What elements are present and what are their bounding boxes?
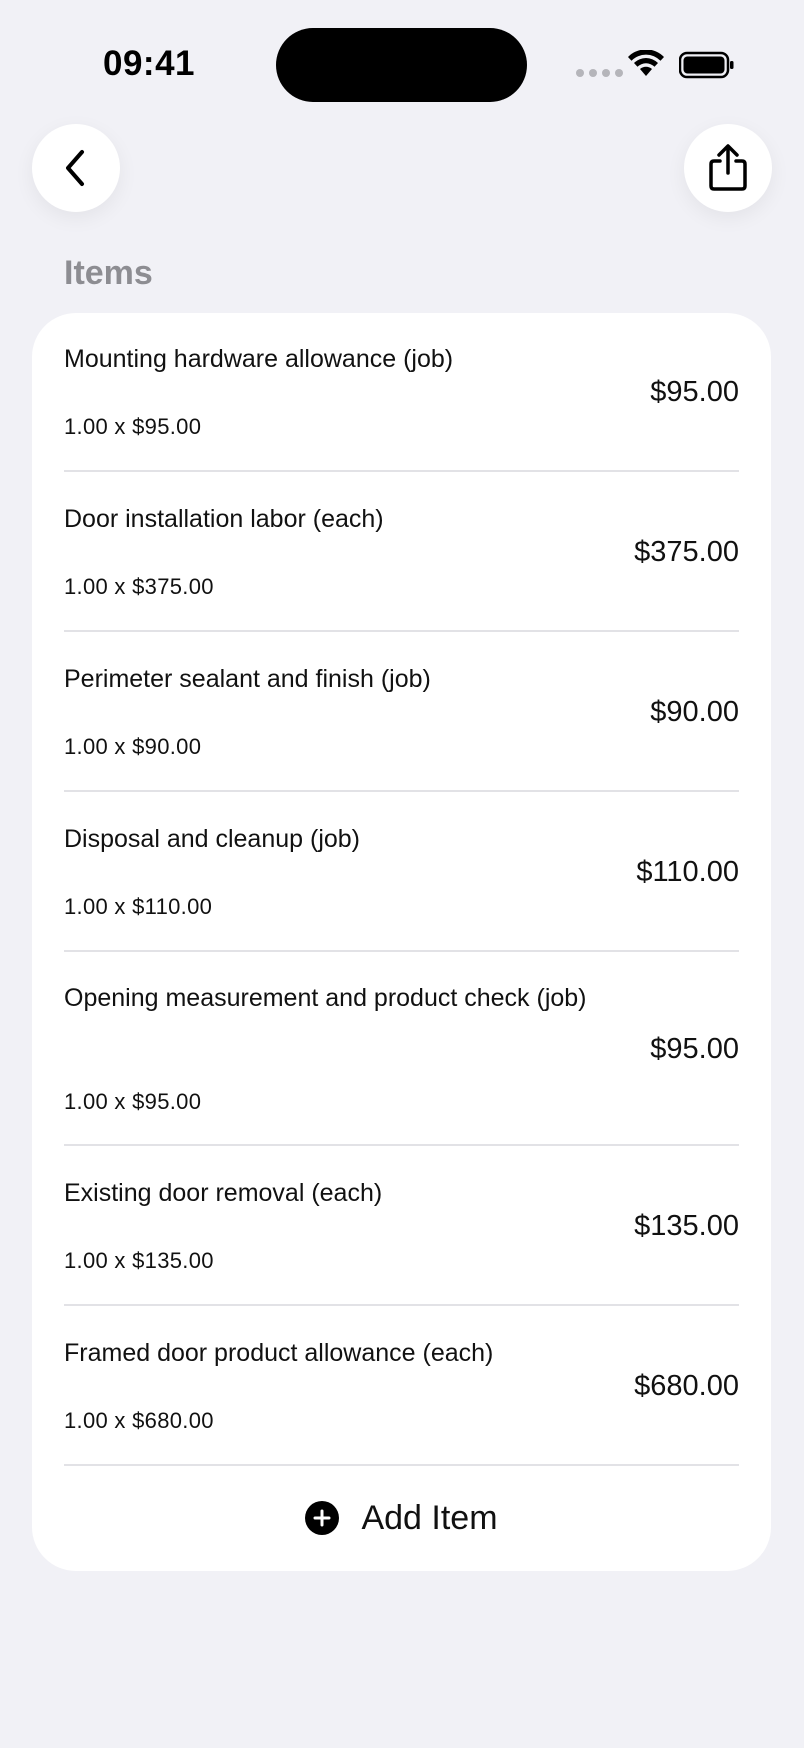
item-amount: $90.00 <box>650 696 739 728</box>
item-name: Opening measurement and product check (j… <box>64 984 587 1012</box>
item-amount: $680.00 <box>634 1370 739 1402</box>
item-name: Framed door product allowance (each) <box>64 1339 494 1367</box>
item-name: Door installation labor (each) <box>64 505 384 533</box>
item-amount: $95.00 <box>650 376 739 408</box>
list-item[interactable]: Existing door removal (each) 1.00 x $135… <box>64 1146 739 1306</box>
list-item[interactable]: Mounting hardware allowance (job) 1.00 x… <box>64 313 739 472</box>
item-name: Mounting hardware allowance (job) <box>64 345 454 373</box>
list-item[interactable]: Framed door product allowance (each) 1.0… <box>64 1306 739 1466</box>
item-qty: 1.00 x $110.00 <box>64 894 213 919</box>
item-amount: $110.00 <box>636 856 739 888</box>
cellular-signal-icon <box>576 69 623 77</box>
battery-icon <box>679 51 734 79</box>
item-qty: 1.00 x $90.00 <box>64 734 202 759</box>
list-item[interactable]: Door installation labor (each) 1.00 x $3… <box>64 472 739 632</box>
list-item[interactable]: Perimeter sealant and finish (job) 1.00 … <box>64 632 739 792</box>
screen: 09:41 Items Mounting hardware allowance … <box>0 0 804 1748</box>
item-qty: 1.00 x $95.00 <box>64 414 202 439</box>
items-card: Mounting hardware allowance (job) 1.00 x… <box>32 313 771 1571</box>
item-name: Perimeter sealant and finish (job) <box>64 665 431 693</box>
add-item-label: Add Item <box>361 1498 498 1537</box>
item-qty: 1.00 x $680.00 <box>64 1408 214 1433</box>
add-item-button[interactable]: Add Item <box>32 1488 771 1548</box>
list-item[interactable]: Disposal and cleanup (job) 1.00 x $110.0… <box>64 792 739 952</box>
wifi-icon <box>628 50 664 76</box>
item-amount: $95.00 <box>650 1033 739 1065</box>
list-item[interactable]: Opening measurement and product check (j… <box>64 952 739 1146</box>
share-icon <box>709 144 747 191</box>
chevron-left-icon <box>66 150 84 186</box>
item-amount: $135.00 <box>634 1210 739 1242</box>
plus-circle-icon <box>305 1501 340 1535</box>
dynamic-island <box>276 28 527 102</box>
share-button[interactable] <box>684 124 772 212</box>
item-qty: 1.00 x $135.00 <box>64 1248 214 1273</box>
item-amount: $375.00 <box>634 536 739 568</box>
item-name: Existing door removal (each) <box>64 1179 383 1207</box>
status-time: 09:41 <box>103 44 196 83</box>
back-button[interactable] <box>32 124 120 212</box>
item-qty: 1.00 x $375.00 <box>64 574 214 599</box>
item-qty: 1.00 x $95.00 <box>64 1089 202 1114</box>
section-title: Items <box>64 254 153 292</box>
item-name: Disposal and cleanup (job) <box>64 825 361 853</box>
